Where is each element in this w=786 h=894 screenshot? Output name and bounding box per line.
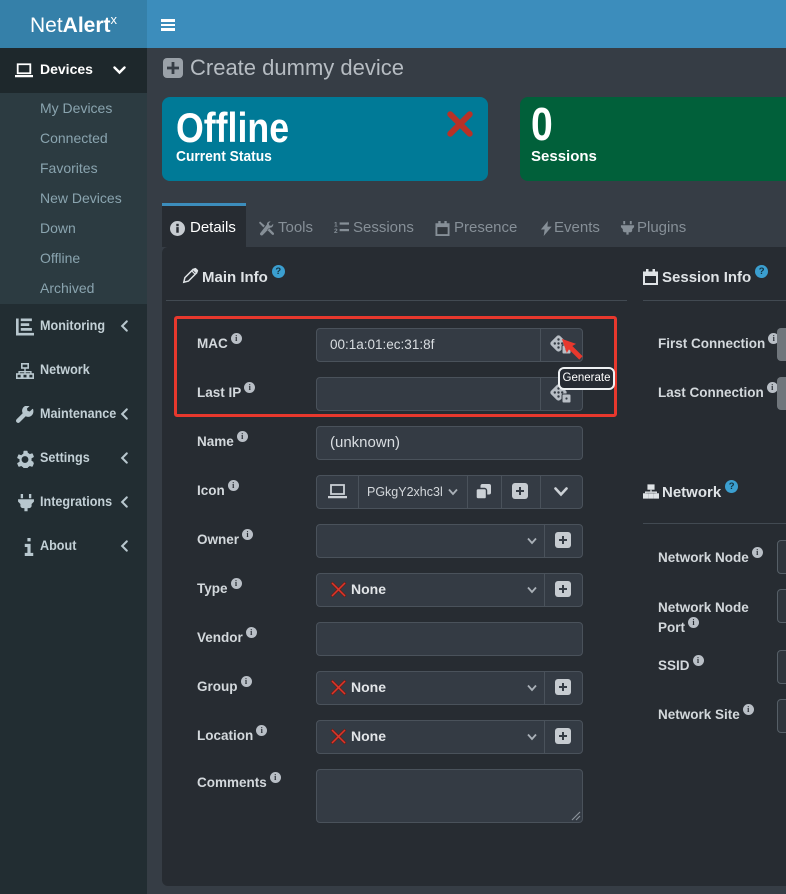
svg-text:2: 2 <box>334 228 338 235</box>
